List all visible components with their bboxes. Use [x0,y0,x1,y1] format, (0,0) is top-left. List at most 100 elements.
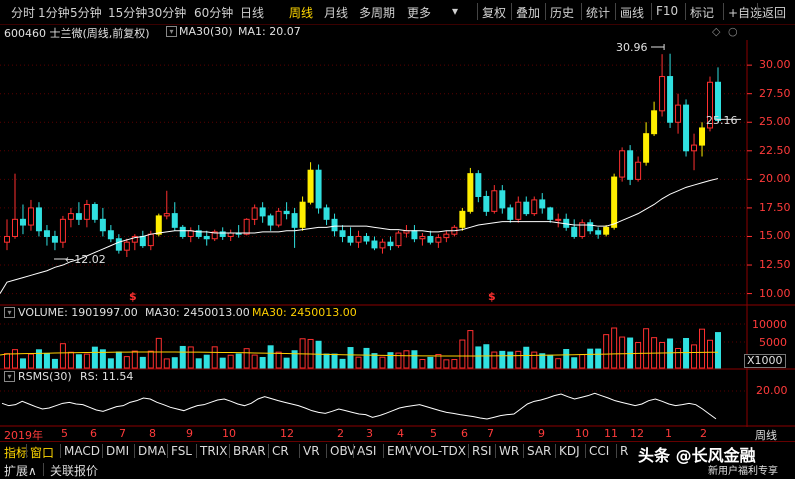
kline-chart[interactable] [0,40,795,427]
expand-button[interactable]: 扩展∧ [4,462,37,479]
tab-4[interactable]: 30分钟 [147,4,186,21]
volume-bar [363,347,370,369]
candle [259,207,266,217]
high-price-label: 30.96 [616,41,648,54]
toolbar-button-2[interactable]: 历史 [550,4,574,21]
indicator-tab-3[interactable]: DMI [106,444,129,458]
candle [179,226,186,237]
toolbar-button-1[interactable]: 叠加 [516,4,540,21]
date-label: 10 [222,427,236,440]
price-axis-label: 17.50 [759,200,791,214]
toolbar-button-5[interactable]: F10 [656,4,678,18]
candle [643,133,650,163]
toolbar-button-6[interactable]: 标记 [690,4,714,21]
tab-9[interactable]: 多周期 [359,4,395,21]
tab-6[interactable]: 日线 [240,4,264,21]
indicator-tab-10[interactable]: OBV [330,444,356,458]
indicator-tab-0[interactable]: 指标 [4,444,28,461]
tab-divider [585,444,586,458]
related-quotes-button[interactable]: 关联报价 [50,462,98,479]
collapse-icon[interactable]: ▾ [4,371,15,382]
s-marker[interactable]: $ [129,290,137,303]
tab-10[interactable]: 更多 [407,4,431,21]
indicator-tab-2[interactable]: MACD [64,444,100,458]
indicator-tab-7[interactable]: BRAR [233,444,266,458]
close-icon[interactable]: ○ [728,25,738,38]
tab-5[interactable]: 60分钟 [194,4,233,21]
indicator-tab-18[interactable]: CCI [589,444,609,458]
volume-unit[interactable]: X1000 [744,354,786,368]
price-axis-label: 15.00 [759,229,791,243]
candle [243,218,250,235]
candle [675,104,682,123]
candle [539,199,546,209]
collapse-icon[interactable]: ▾ [4,307,15,318]
tab-divider [326,444,327,458]
toolbar-divider [545,3,546,20]
indicator-tab-6[interactable]: TRIX [200,444,227,458]
volume-bar [403,350,410,369]
indicator-tab-9[interactable]: VR [303,444,320,458]
ma1-value: MA1: 20.07 [238,25,301,38]
price-axis-label: 12.50 [759,258,791,272]
tab-7[interactable]: 周线 [289,4,313,21]
indicator-tab-15[interactable]: WR [499,444,519,458]
volume-bar [267,345,274,369]
volume-bar [155,337,162,369]
candle [187,230,194,237]
candle [435,237,442,243]
volume-ma30-a: MA30: 2450013.00 [145,306,250,319]
candle [355,235,362,243]
tab-1[interactable]: 1分钟 [38,4,70,21]
volume-bar [475,346,482,369]
collapse-icon[interactable]: ▾ [166,26,177,37]
s-marker[interactable]: $ [488,290,496,303]
volume-bar [435,353,442,369]
candle [19,218,26,226]
toolbar-button-0[interactable]: 复权 [482,4,506,21]
candle [147,233,154,247]
toolbar-button-4[interactable]: 画线 [620,4,644,21]
volume-bar [139,356,146,369]
volume-bar [171,357,178,369]
candle [171,213,178,228]
volume-bar [107,358,114,369]
candle [27,207,34,226]
date-label: 5 [430,427,437,440]
volume-bar [235,353,242,369]
volume-bar [531,351,538,369]
indicator-tab-19[interactable]: R [620,444,628,458]
candle [11,218,18,237]
indicator-tab-14[interactable]: RSI [472,444,492,458]
indicator-tab-8[interactable]: CR [272,444,289,458]
candle [595,230,602,235]
volume-ma30-b: MA30: 2450013.00 [252,306,357,319]
indicator-tab-4[interactable]: DMA [138,444,166,458]
volume-bar [699,328,706,369]
tab-8[interactable]: 月线 [324,4,348,21]
watermark: 头条 @长风金融 新用户福利专享 [630,440,790,478]
diamond-icon[interactable]: ◇ [712,25,720,38]
tab-3[interactable]: 15分钟 [108,4,147,21]
tab-2[interactable]: 5分钟 [70,4,102,21]
indicator-tab-16[interactable]: SAR [527,444,551,458]
volume-ma-line [0,351,719,357]
rsms-value: RS: 11.54 [80,370,134,383]
date-label: 3 [366,427,373,440]
indicator-tab-1[interactable]: 窗口 [30,444,54,461]
tab-0[interactable]: 分时 [11,4,35,21]
more-chevron-icon[interactable]: ▾ [452,4,458,18]
tab-divider [383,444,384,458]
volume-bar [595,348,602,369]
date-label: 12 [280,427,294,440]
indicator-tab-11[interactable]: ASI [357,444,376,458]
toolbar-divider [757,3,758,20]
indicator-tab-13[interactable]: VOL-TDX [414,444,466,458]
volume-bar [347,347,354,369]
volume-bar [131,350,138,369]
indicator-tab-5[interactable]: FSL [171,444,192,458]
indicator-tab-17[interactable]: KDJ [559,444,580,458]
toolbar-button-8[interactable]: 返回 [762,4,786,21]
date-label: 6 [461,427,468,440]
toolbar-button-3[interactable]: 统计 [586,4,610,21]
